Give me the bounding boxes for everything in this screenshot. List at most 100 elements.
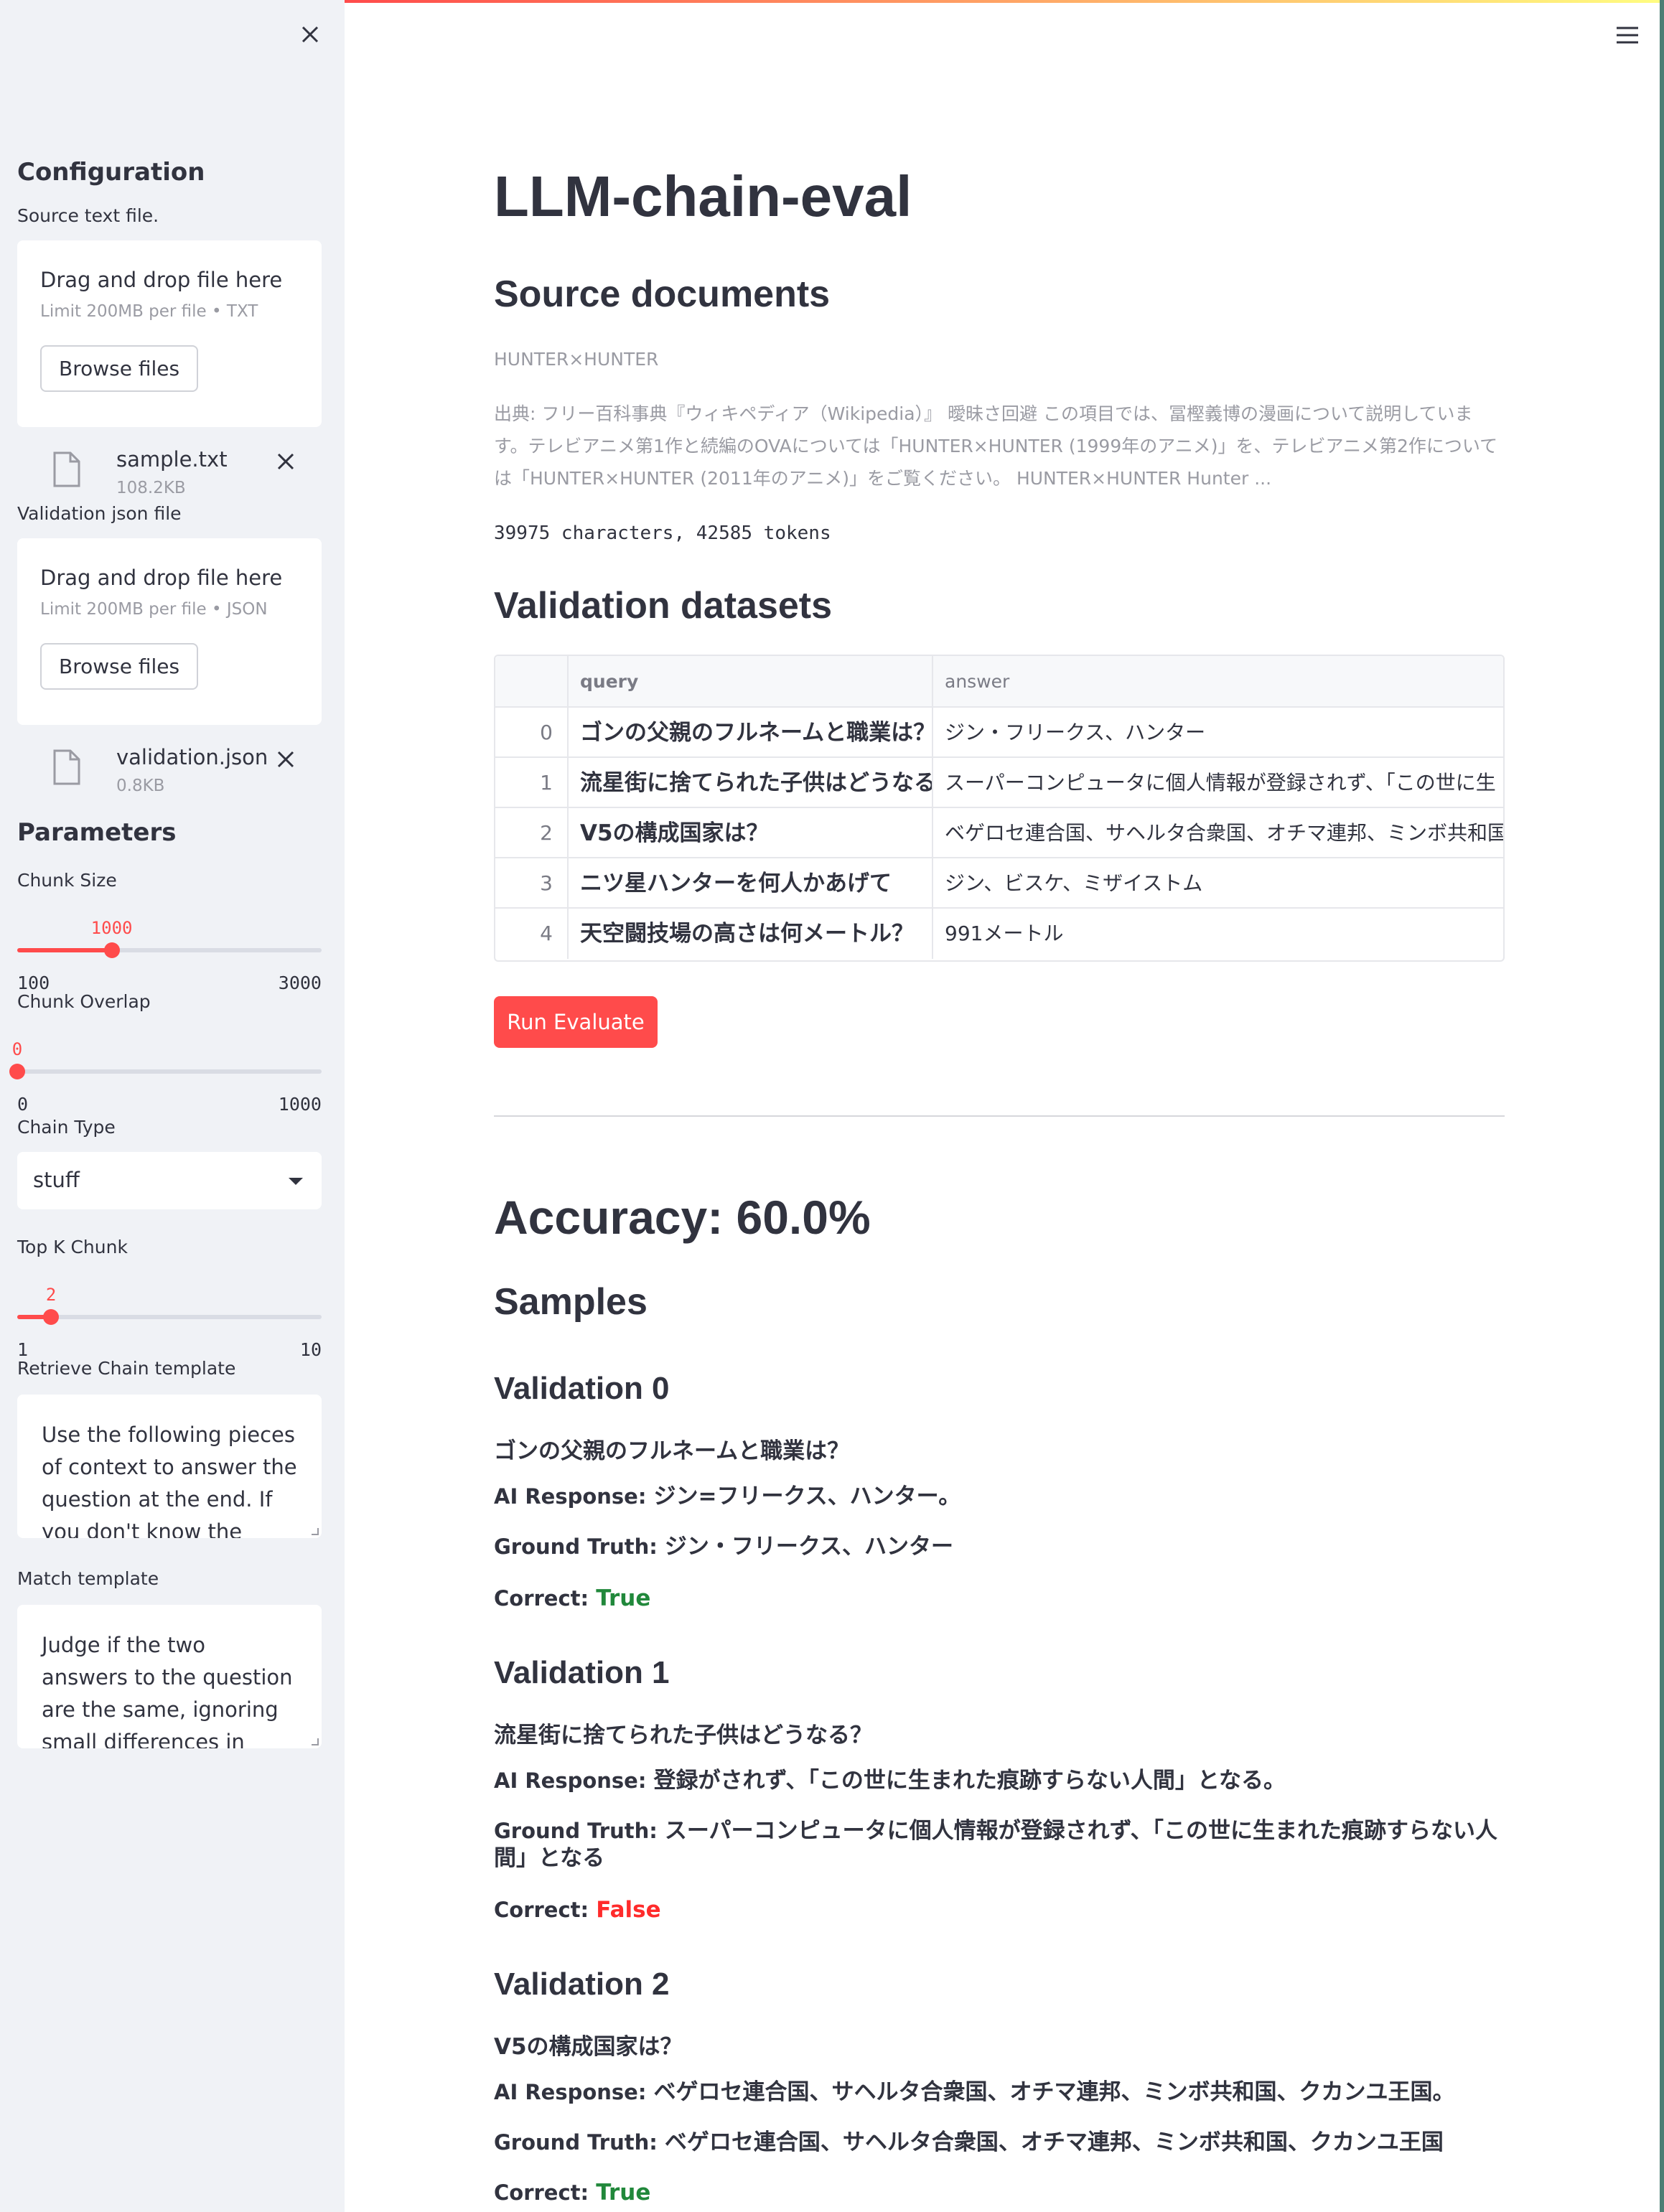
textarea-text: Judge if the two answers to the question… bbox=[42, 1633, 293, 1748]
slider-track[interactable] bbox=[17, 1315, 322, 1319]
ai-response-label: AI Response: bbox=[494, 2080, 654, 2104]
dropzone-limit: Limit 200MB per file • TXT bbox=[40, 302, 258, 321]
row-index: 2 bbox=[495, 808, 569, 857]
resize-handle-icon[interactable] bbox=[312, 1738, 319, 1745]
sample-ground-truth: Ground Truth: スーパーコンピュータに個人情報が登録されず、「この世… bbox=[494, 1817, 1505, 1872]
file-name: sample.txt bbox=[116, 447, 228, 472]
column-header-query[interactable]: query bbox=[569, 656, 933, 706]
top-k-label: Top K Chunk bbox=[17, 1237, 128, 1257]
answer-cell: 991メートル bbox=[945, 922, 1064, 945]
slider-max: 1000 bbox=[278, 1094, 322, 1115]
match-template-textarea[interactable]: Judge if the two answers to the question… bbox=[17, 1605, 322, 1748]
browse-files-button[interactable]: Browse files bbox=[40, 643, 199, 690]
ai-response-label: AI Response: bbox=[494, 1484, 654, 1509]
row-index: 3 bbox=[495, 858, 569, 907]
sidebar: Configuration Source text file. Drag and… bbox=[0, 0, 345, 2212]
sample-heading: Validation 2 bbox=[494, 1967, 670, 2002]
remove-file-icon[interactable] bbox=[273, 746, 299, 772]
chunk-size-slider[interactable]: 1000 100 3000 bbox=[17, 891, 322, 1013]
sample-question: ゴンの父親のフルネームと職業は？ bbox=[494, 1438, 850, 1464]
query-cell: ニツ星ハンターを何人かあげて bbox=[569, 858, 933, 907]
sample-correct: Correct: False bbox=[494, 1896, 1505, 1923]
sample-heading: Validation 1 bbox=[494, 1655, 670, 1690]
column-header-answer[interactable]: answer bbox=[933, 656, 1503, 706]
samples-heading: Samples bbox=[494, 1281, 648, 1323]
table-row[interactable]: 2 V5の構成国家は？ ベゲロセ連合国、サヘルタ合衆国、オチマ連邦、ミンボ共和国 bbox=[495, 808, 1505, 858]
remove-file-icon[interactable] bbox=[273, 449, 299, 474]
correct-label: Correct: bbox=[494, 1586, 597, 1611]
slider-min: 100 bbox=[17, 973, 50, 993]
query-cell: 天空闘技場の高さは何メートル？ bbox=[569, 909, 933, 959]
file-name: validation.json bbox=[116, 745, 268, 769]
match-template-label: Match template bbox=[17, 1568, 159, 1589]
sample-heading: Validation 0 bbox=[494, 1371, 670, 1406]
sample-ground-truth: Ground Truth: ジン・フリークス、ハンター bbox=[494, 1533, 1505, 1560]
slider-max: 10 bbox=[299, 1339, 322, 1360]
correct-value: True bbox=[596, 2180, 651, 2206]
browse-files-button[interactable]: Browse files bbox=[40, 345, 199, 392]
validation-datasets-heading: Validation datasets bbox=[494, 585, 833, 627]
slider-thumb[interactable] bbox=[103, 942, 120, 958]
ai-response-text: 登録がされず、「この世に生まれた痕跡すらない人間」となる。 bbox=[653, 1768, 1286, 1794]
sample-ai-response: AI Response: ジン=フリークス、ハンター。 bbox=[494, 1483, 1505, 1510]
doc-stats: 39975 characters, 42585 tokens bbox=[494, 522, 831, 544]
chunk-overlap-slider[interactable]: 0 0 1000 bbox=[9, 1012, 322, 1134]
ground-truth-text: ベゲロセ連合国、サヘルタ合衆国、オチマ連邦、ミンボ共和国、クカンユ王国 bbox=[664, 2129, 1444, 2155]
uploaded-file-source: sample.txt 108.2KB bbox=[17, 427, 322, 499]
chain-type-select[interactable]: stuff bbox=[17, 1152, 322, 1209]
retrieve-template-textarea[interactable]: Use the following pieces of context to a… bbox=[17, 1395, 322, 1538]
dropzone-limit: Limit 200MB per file • JSON bbox=[40, 600, 268, 619]
slider-min: 0 bbox=[17, 1094, 29, 1115]
answer-cell: ジン・フリークス、ハンター bbox=[945, 721, 1206, 744]
source-documents-heading: Source documents bbox=[494, 273, 831, 315]
index-header bbox=[495, 656, 569, 706]
query-cell: V5の構成国家は？ bbox=[569, 808, 933, 857]
doc-title: HUNTER×HUNTER bbox=[494, 349, 659, 370]
ground-truth-label: Ground Truth: bbox=[494, 2130, 665, 2155]
row-index: 0 bbox=[495, 708, 569, 756]
run-evaluate-button[interactable]: Run Evaluate bbox=[494, 996, 658, 1048]
sample-correct: Correct: True bbox=[494, 1585, 1505, 1612]
slider-thumb[interactable] bbox=[43, 1309, 60, 1325]
answer-cell: ベゲロセ連合国、サヘルタ合衆国、オチマ連邦、ミンボ共和国 bbox=[945, 821, 1505, 845]
sample-correct: Correct: True bbox=[494, 2179, 1505, 2206]
slider-thumb[interactable] bbox=[9, 1064, 25, 1079]
file-icon bbox=[53, 749, 80, 785]
right-edge-line bbox=[1660, 0, 1664, 2212]
source-file-label: Source text file. bbox=[17, 205, 159, 226]
sample-ai-response: AI Response: ベゲロセ連合国、サヘルタ合衆国、オチマ連邦、ミンボ共和… bbox=[494, 2079, 1505, 2106]
table-row[interactable]: 3 ニツ星ハンターを何人かあげて ジン、ビスケ、ミザイストム bbox=[495, 858, 1503, 909]
slider-value: 0 bbox=[11, 1039, 23, 1059]
select-value: stuff bbox=[33, 1168, 80, 1192]
source-file-uploader[interactable]: Drag and drop file here Limit 200MB per … bbox=[17, 240, 322, 427]
sample-question: 流星街に捨てられた子供はどうなる？ bbox=[494, 1723, 872, 1748]
textarea-text: Use the following pieces of context to a… bbox=[42, 1423, 297, 1538]
query-cell: ゴンの父親のフルネームと職業は？ bbox=[569, 708, 933, 756]
validation-table[interactable]: query answer 0 ゴンの父親のフルネームと職業は？ ジン・フリークス… bbox=[494, 655, 1505, 962]
correct-value: False bbox=[596, 1897, 661, 1923]
uploaded-file-validation: validation.json 0.8KB bbox=[17, 725, 322, 797]
validation-file-label: Validation json file bbox=[17, 503, 182, 524]
accuracy-heading: Accuracy: 60.0% bbox=[494, 1191, 871, 1244]
table-row[interactable]: 0 ゴンの父親のフルネームと職業は？ ジン・フリークス、ハンター bbox=[495, 708, 1503, 758]
file-size: 108.2KB bbox=[116, 479, 186, 497]
answer-cell: ジン、ビスケ、ミザイストム bbox=[945, 871, 1203, 895]
resize-handle-icon[interactable] bbox=[312, 1528, 319, 1535]
hamburger-menu-icon[interactable] bbox=[1615, 26, 1640, 44]
divider bbox=[494, 1115, 1505, 1117]
correct-value: True bbox=[596, 1585, 651, 1611]
table-row[interactable]: 4 天空闘技場の高さは何メートル？ 991メートル bbox=[495, 909, 1503, 959]
page-title: LLM-chain-eval bbox=[494, 164, 912, 228]
validation-file-uploader[interactable]: Drag and drop file here Limit 200MB per … bbox=[17, 538, 322, 725]
table-row[interactable]: 1 流星街に捨てられた子供はどうなる？ スーパーコンピュータに個人情報が登録され… bbox=[495, 758, 1503, 808]
file-icon bbox=[53, 451, 80, 487]
doc-excerpt: 出典: フリー百科事典『ウィキペディア（Wikipedia）』 曖昧さ回避 この… bbox=[494, 403, 1498, 489]
top-k-slider[interactable]: 2 1 10 bbox=[17, 1257, 322, 1379]
answer-cell: スーパーコンピュータに個人情報が登録されず、「この世に生 bbox=[945, 771, 1496, 795]
ground-truth-label: Ground Truth: bbox=[494, 1534, 665, 1559]
close-icon[interactable] bbox=[297, 22, 323, 47]
chunk-size-label: Chunk Size bbox=[17, 870, 117, 891]
sample-ai-response: AI Response: 登録がされず、「この世に生まれた痕跡すらない人間」とな… bbox=[494, 1767, 1505, 1794]
slider-track[interactable] bbox=[17, 1069, 322, 1074]
slider-fill bbox=[17, 948, 112, 952]
